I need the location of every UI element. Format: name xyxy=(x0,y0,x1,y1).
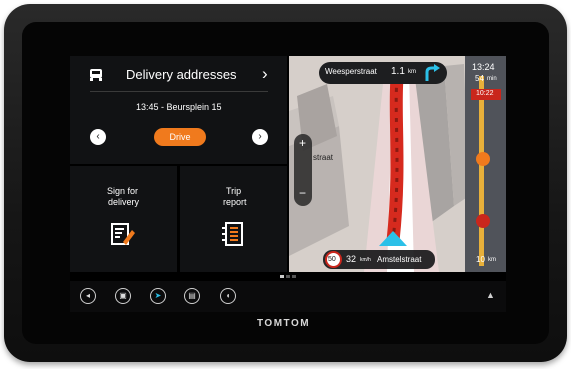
zoom-in-button[interactable]: + xyxy=(299,136,306,150)
distance-top: 1.1 xyxy=(391,66,405,77)
page-dot xyxy=(286,275,290,278)
distance-unit: km xyxy=(408,69,416,75)
bottom-distance: 10 xyxy=(476,255,485,264)
delivery-next-arrow[interactable]: › xyxy=(262,64,268,84)
truck-icon[interactable]: ▤ xyxy=(184,288,200,304)
drive-button[interactable]: Drive xyxy=(154,128,206,146)
page-dot-active xyxy=(280,275,284,278)
street-top: Weesperstraat xyxy=(325,67,377,76)
menu-icon[interactable]: ▣ xyxy=(115,288,131,304)
brand-logo: TOMTOM xyxy=(257,318,311,329)
page-indicator xyxy=(280,275,296,278)
truck-icon xyxy=(90,69,102,81)
eta-minutes: 54 xyxy=(475,74,484,83)
back-icon[interactable]: ◂ xyxy=(80,288,96,304)
clock: 13:24 xyxy=(472,62,495,72)
page-dot xyxy=(292,275,296,278)
sign-tile-label-line1: Sign for xyxy=(107,186,139,196)
navigate-icon[interactable]: ➤ xyxy=(150,288,166,304)
device-screen: Delivery addresses › 13:45 - Beursplein … xyxy=(70,56,506,312)
delivery-title: Delivery addresses xyxy=(126,67,237,82)
speed-limit-value: 50 xyxy=(328,256,336,263)
sound-icon[interactable]: ◖ xyxy=(220,288,236,304)
delivery-panel[interactable]: Delivery addresses › 13:45 - Beursplein … xyxy=(70,56,287,164)
trip-tile-label-line1: Trip xyxy=(226,186,242,196)
traffic-warning-icon xyxy=(476,152,490,166)
sign-for-delivery-tile[interactable]: Sign for delivery xyxy=(70,166,177,272)
navigation-map[interactable]: Weesperstraat 1.1 km 13:24 54 min 10:22 … xyxy=(289,56,506,272)
turn-right-icon xyxy=(425,64,440,81)
trip-tile-label-line2: report xyxy=(223,197,247,207)
current-speed: 32 xyxy=(346,254,357,264)
eta-unit: min xyxy=(487,76,497,82)
speed-unit: km/h xyxy=(360,257,371,263)
expand-button[interactable]: ▲ xyxy=(486,290,495,300)
side-street-label: straat xyxy=(313,153,334,162)
signature-icon xyxy=(111,223,135,245)
current-street: Amstelstraat xyxy=(377,255,422,264)
next-stop-button[interactable]: › xyxy=(252,129,268,145)
delivery-divider xyxy=(90,91,268,92)
zoom-out-button[interactable]: − xyxy=(299,186,306,200)
sign-tile-label-line2: delivery xyxy=(108,197,140,207)
previous-stop-button[interactable]: ‹ xyxy=(90,129,106,145)
roadwork-icon xyxy=(476,214,490,228)
trip-report-tile[interactable]: Trip report xyxy=(180,166,287,272)
report-icon xyxy=(222,222,243,246)
bottom-bar: ◂ ▣ ➤ ▤ ◖ ▲ xyxy=(70,281,506,312)
arrival-time: 10:22 xyxy=(476,90,494,97)
bottom-distance-unit: km xyxy=(488,257,496,263)
delivery-stop: 13:45 - Beursplein 15 xyxy=(136,102,222,112)
